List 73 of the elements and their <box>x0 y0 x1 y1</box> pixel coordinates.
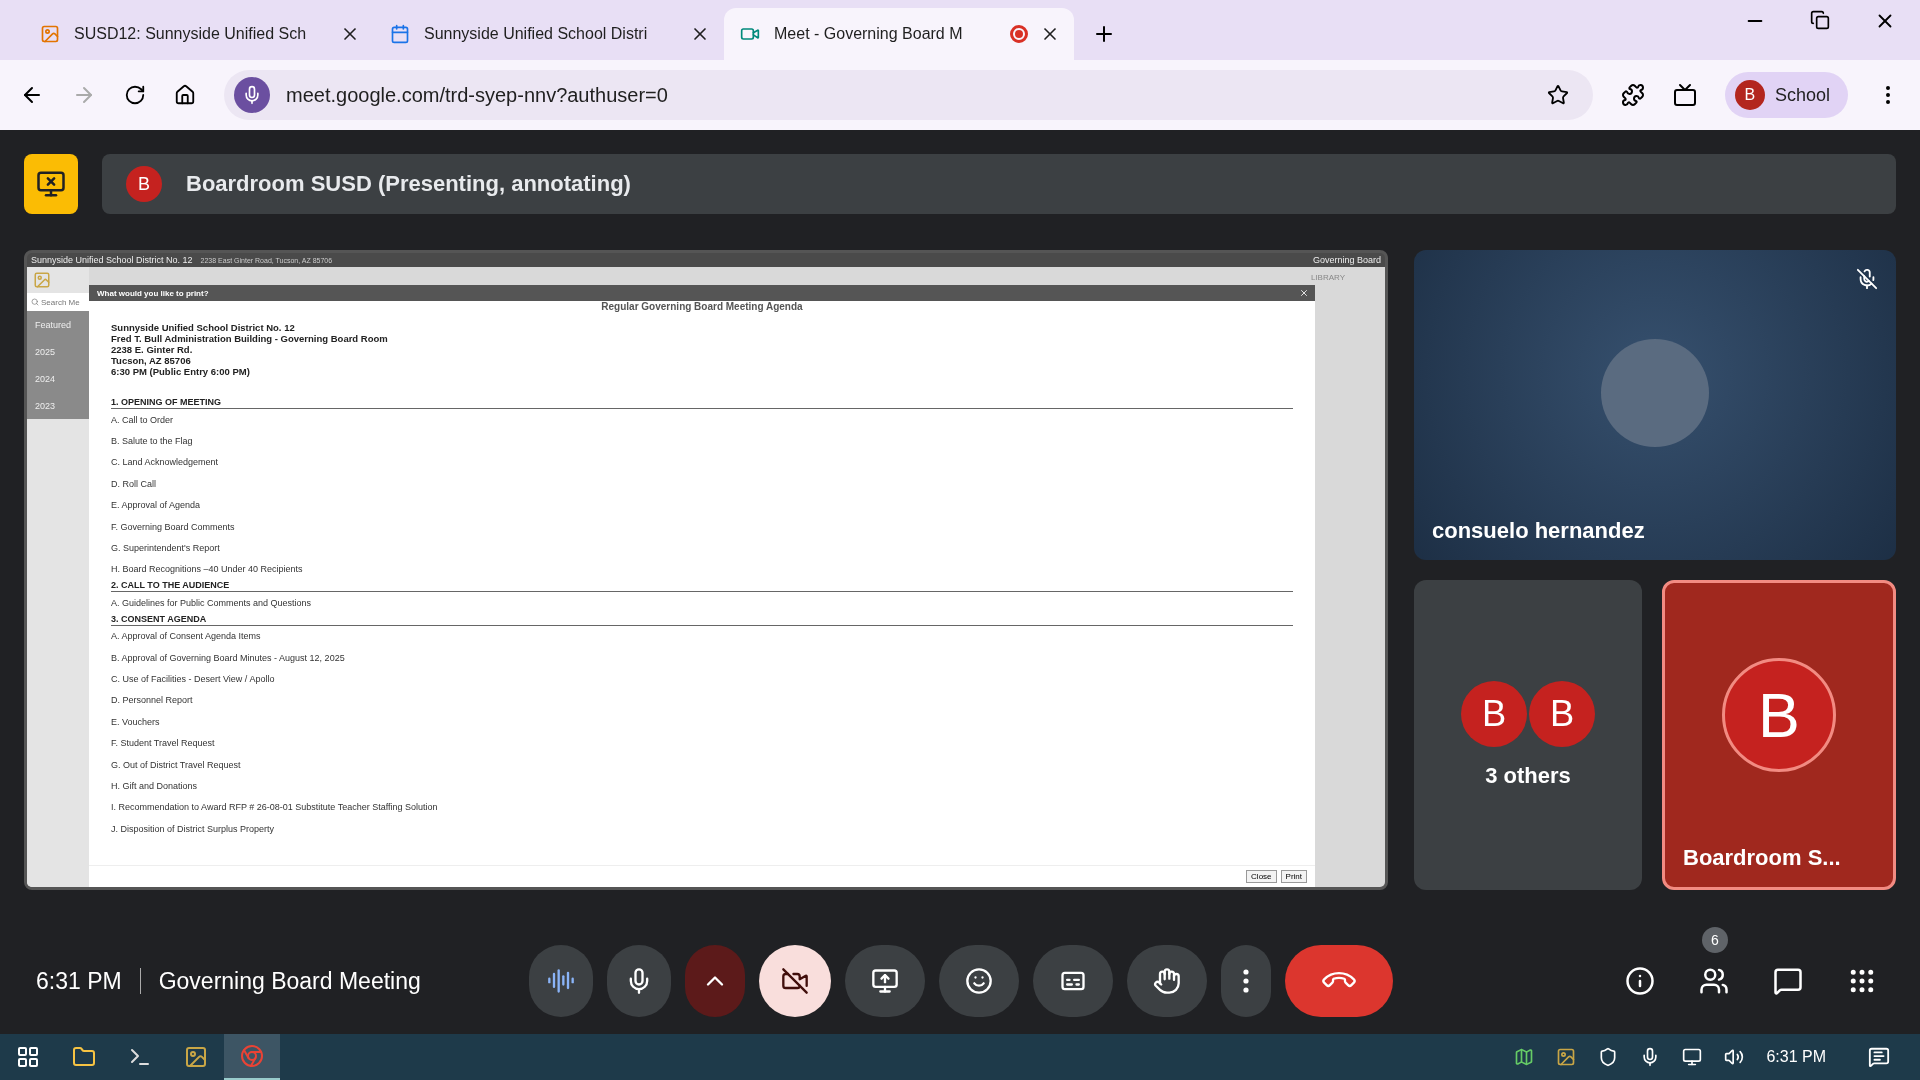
agenda-item: C. Use of Facilities - Desert View / Apollo <box>111 673 276 686</box>
camera-off-icon <box>780 967 809 995</box>
section-heading: 2. CALL TO THE AUDIENCE <box>111 580 1293 593</box>
restore-icon[interactable] <box>1810 10 1830 30</box>
agenda-item: H. Gift and Donations <box>111 779 199 793</box>
search-icon <box>31 298 39 306</box>
extensions-icon[interactable] <box>1620 83 1645 107</box>
agenda-item: G. Out of District Travel Request <box>111 758 242 772</box>
browser-tab[interactable]: Sunnyside Unified School Distri <box>374 8 724 60</box>
stop-presenting-icon[interactable] <box>24 154 78 214</box>
count-badge: 6 <box>1702 927 1728 953</box>
account-label: Governing Board <box>1312 255 1381 265</box>
avatar-initial: B <box>126 166 162 202</box>
participant-name: consuelo hernandez <box>1432 518 1645 544</box>
section-heading: 3. CONSENT AGENDA <box>111 613 1293 626</box>
agenda-item: F. Governing Board Comments <box>111 520 236 534</box>
agenda-item: I. Recommendation to Award RFP # 26-08-01 Substitute Teacher Staffing Solution <box>111 801 439 815</box>
present-icon <box>870 967 899 995</box>
meeting-title: Governing Board Meeting <box>158 967 422 995</box>
agenda-item: E. Vouchers <box>111 715 161 729</box>
agenda-item: D. Personnel Report <box>111 694 194 708</box>
presenter-label: Boardroom SUSD (Presenting, annotating) <box>186 171 631 197</box>
avatar-initial: B <box>1722 658 1836 772</box>
agenda-item: A. Guidelines for Public Comments and Questions <box>111 596 313 610</box>
people-icon <box>1699 966 1729 996</box>
search-field[interactable]: Search Me <box>27 293 89 311</box>
star-icon[interactable] <box>1546 84 1569 106</box>
document-title: Regular Governing Board Meeting Agenda <box>600 301 804 312</box>
microphone-icon <box>234 77 270 113</box>
agenda-item: D. Roll Call <box>111 477 157 491</box>
emoji-icon <box>964 967 993 995</box>
audio-icon <box>546 967 575 995</box>
info-icon <box>1625 966 1655 996</box>
agenda-item: G. Superintendent's Report <box>111 542 221 556</box>
home-icon[interactable] <box>174 84 196 106</box>
reload-icon[interactable] <box>124 84 146 106</box>
address-field[interactable]: meet.google.com/trd-syep-nnv?authuser=0 <box>224 70 1593 120</box>
shield-icon[interactable] <box>1598 1047 1619 1067</box>
avatar-initial: B <box>1461 681 1527 747</box>
agenda-item: H. Board Recognitions –40 Under 40 Recipients <box>111 563 304 577</box>
volume-icon[interactable] <box>1724 1047 1745 1067</box>
participant-name: 3 others <box>1485 763 1571 789</box>
agenda-item: A. Approval of Consent Agenda Items <box>111 630 262 644</box>
agenda-item: J. Disposition of District Surplus Property <box>111 822 276 836</box>
map-icon[interactable] <box>1514 1047 1535 1067</box>
logo-icon <box>33 271 51 289</box>
section-heading: 1. OPENING OF MEETING <box>111 397 1293 409</box>
agenda-item: C. Land Acknowledgement <box>111 456 220 470</box>
dialog-button[interactable]: Close <box>1246 870 1277 883</box>
more-button[interactable] <box>1220 945 1271 1017</box>
notifications-icon[interactable] <box>1868 1046 1890 1068</box>
meeting-time: 6:31 PM <box>35 967 122 995</box>
agenda-item: E. Approval of Agenda <box>111 499 202 513</box>
avatar-initial: B <box>1734 80 1765 110</box>
browser-tab[interactable]: Meet - Governing Board M <box>724 8 1074 60</box>
avatar-initial: B <box>1529 681 1595 747</box>
chat-icon <box>1773 966 1803 996</box>
more-icon <box>1242 969 1249 993</box>
dialog-title: What would you like to print? <box>97 288 209 298</box>
agenda-item: A. Call to Order <box>111 413 175 427</box>
clock: 6:31 PM <box>1766 1048 1826 1066</box>
profile-button[interactable]: B School <box>1724 72 1848 118</box>
hand-icon <box>1152 967 1181 995</box>
screen-icon[interactable] <box>1672 83 1697 107</box>
browser-tab[interactable]: SUSD12: Sunnyside Unified Sch <box>24 8 374 60</box>
site-title: Sunnyside Unified School District No. 12 <box>31 255 193 265</box>
agenda-item: F. Student Travel Request <box>111 737 216 751</box>
app-icon[interactable] <box>1556 1047 1577 1067</box>
address-text: Sunnyside Unified School District No. 12 Fred T. Bull Administration Building - Governing Board Room 2238 E. Ginter Rd. Tucson, AZ 85706 6:30 PM (Public Entry 6:00 PM) <box>111 322 389 377</box>
agenda-item: B. Approval of Governing Board Minutes - August 12, 2025 <box>111 651 346 665</box>
dialog-button[interactable]: Print <box>1280 870 1307 883</box>
agenda-item: B. Salute to the Flag <box>111 435 194 449</box>
participant-name: Boardroom S... <box>1683 845 1841 871</box>
